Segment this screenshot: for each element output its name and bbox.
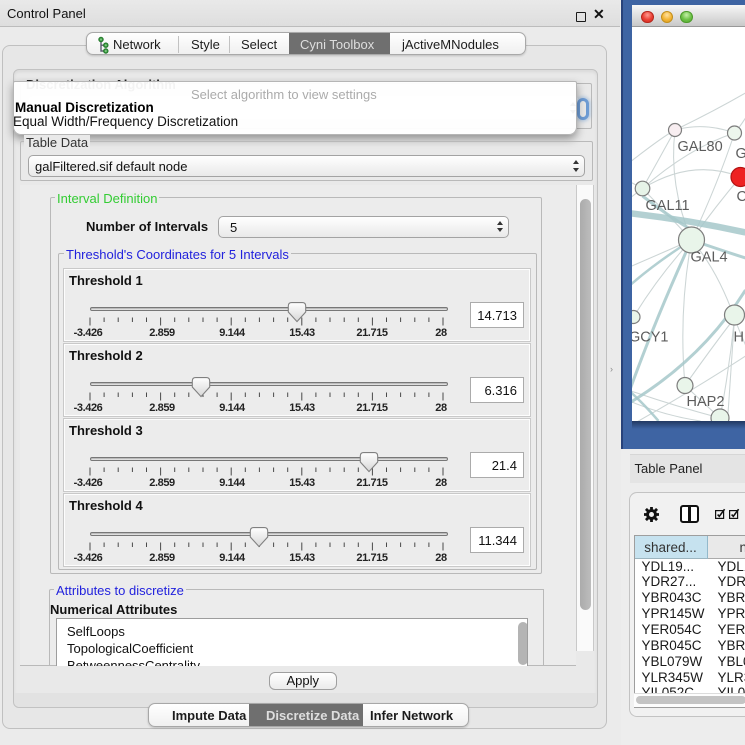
svg-text:HAP2: HAP2	[686, 394, 724, 410]
svg-text:HI: HI	[733, 330, 745, 346]
svg-text:GAL11: GAL11	[645, 198, 689, 214]
svg-text:CY: CY	[736, 189, 745, 205]
svg-text:GAL80: GAL80	[677, 139, 722, 155]
svg-text:GAL4: GAL4	[690, 250, 727, 266]
svg-text:GA: GA	[735, 146, 745, 162]
svg-text:GCY1: GCY1	[632, 330, 669, 346]
